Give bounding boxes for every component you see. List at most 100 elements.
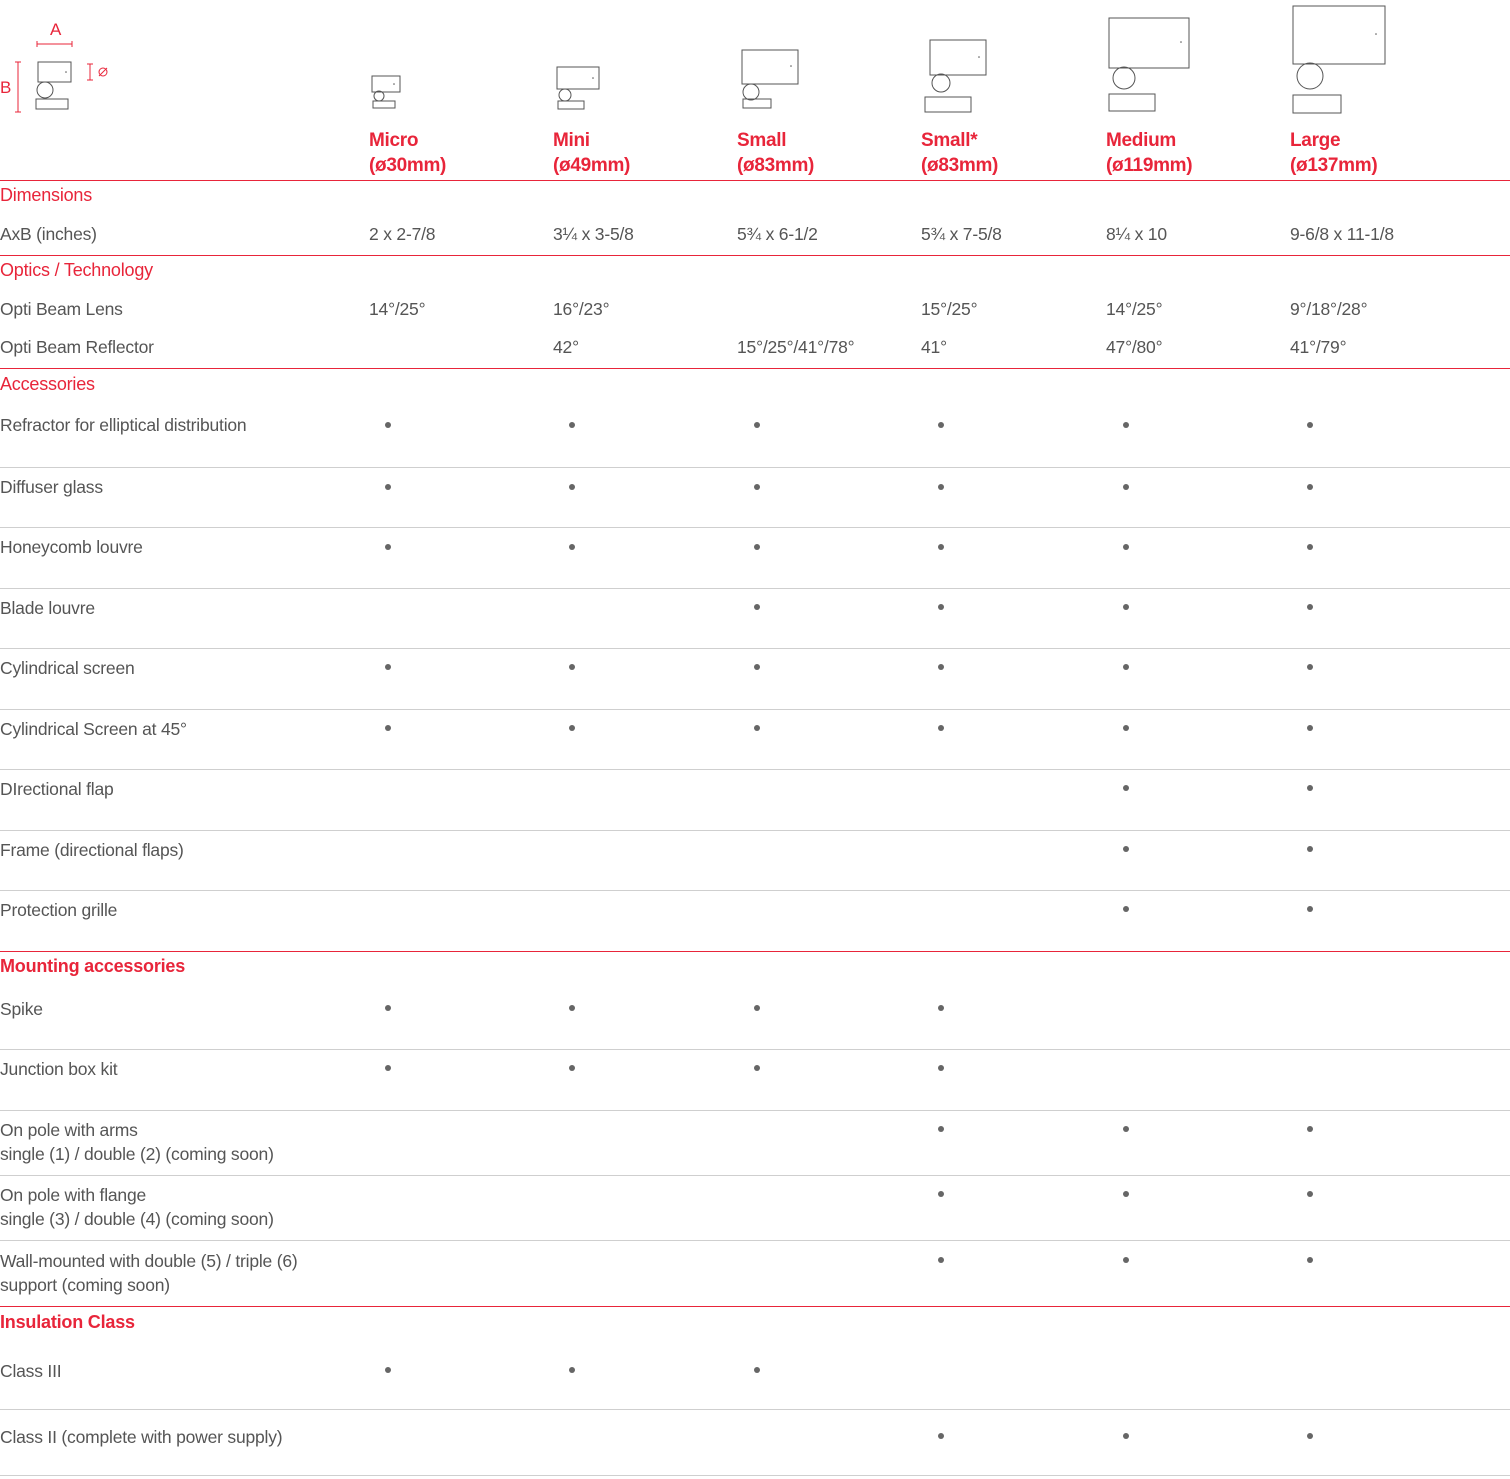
availability-dot <box>385 484 391 490</box>
row-label-line: Frame (directional flaps) <box>0 840 184 860</box>
column-size: (ø49mm) <box>553 155 631 176</box>
section-insulation-title: Insulation Class <box>0 1312 135 1332</box>
section-divider <box>0 951 1510 952</box>
row-divider <box>0 1475 1510 1476</box>
row-label: Diffuser glass <box>0 475 103 499</box>
row-label-opti-beam-reflector: Opti Beam Reflector <box>0 337 154 357</box>
availability-dot <box>938 1065 944 1071</box>
availability-dot <box>1123 1191 1129 1197</box>
availability-dot <box>1123 725 1129 731</box>
availability-dot <box>569 422 575 428</box>
dim-value-large: 9-6/8 x 11-1/8 <box>1290 224 1394 244</box>
availability-dot <box>754 1005 760 1011</box>
availability-dot <box>385 544 391 550</box>
row-label: Spike <box>0 997 43 1021</box>
availability-dot <box>1123 1126 1129 1132</box>
section-divider <box>0 1306 1510 1307</box>
lens-value-large: 9°/18°/28° <box>1290 299 1368 319</box>
availability-dot <box>385 725 391 731</box>
reflector-value-small-star: 41° <box>921 337 947 357</box>
medium-fixture-icon <box>1106 16 1192 114</box>
small-star-fixture-icon <box>922 38 992 114</box>
row-label: Blade louvre <box>0 596 95 620</box>
availability-dot <box>938 422 944 428</box>
column-size: (ø30mm) <box>369 155 447 176</box>
column-header-large: Large (ø137mm) <box>1290 128 1378 178</box>
row-label: Wall-mounted with double (5) / triple (6… <box>0 1249 298 1297</box>
availability-dot <box>938 1433 944 1439</box>
availability-dot <box>938 1126 944 1132</box>
availability-dot <box>1123 544 1129 550</box>
availability-dot <box>569 544 575 550</box>
row-label: Class II (complete with power supply) <box>0 1425 283 1449</box>
row-label-line: Wall-mounted with double (5) / triple (6… <box>0 1251 298 1271</box>
row-label-line: Cylindrical Screen at 45° <box>0 719 187 739</box>
availability-dot <box>754 604 760 610</box>
lens-value-mini: 16°/23° <box>553 299 610 319</box>
availability-dot <box>938 484 944 490</box>
dim-value-medium: 8¼ x 10 <box>1106 224 1167 244</box>
row-label: Refractor for elliptical distribution <box>0 413 247 437</box>
column-header-small: Small (ø83mm) <box>737 128 814 178</box>
dim-value-mini: 3¼ x 3-5/8 <box>553 224 634 244</box>
row-label-line: single (3) / double (4) (coming soon) <box>0 1209 274 1229</box>
row-divider <box>0 709 1510 710</box>
column-header-medium: Medium (ø119mm) <box>1106 128 1193 178</box>
row-label-line: Diffuser glass <box>0 477 103 497</box>
lens-value-small-star: 15°/25° <box>921 299 978 319</box>
availability-dot <box>385 1367 391 1373</box>
availability-dot <box>1123 906 1129 912</box>
availability-dot <box>754 422 760 428</box>
row-label: DIrectional flap <box>0 777 114 801</box>
availability-dot <box>1307 1257 1313 1263</box>
row-label-line: Blade louvre <box>0 598 95 618</box>
availability-dot <box>569 1367 575 1373</box>
availability-dot <box>569 484 575 490</box>
row-label: Frame (directional flaps) <box>0 838 184 862</box>
availability-dot <box>754 544 760 550</box>
availability-dot <box>1123 664 1129 670</box>
row-label: Honeycomb louvre <box>0 535 143 559</box>
availability-dot <box>754 664 760 670</box>
availability-dot <box>569 725 575 731</box>
row-label-line: Junction box kit <box>0 1059 118 1079</box>
row-divider <box>0 1049 1510 1050</box>
availability-dot <box>1123 1433 1129 1439</box>
row-label: Class III <box>0 1359 62 1383</box>
section-divider <box>0 368 1510 369</box>
availability-dot <box>385 1005 391 1011</box>
availability-dot <box>938 544 944 550</box>
dim-value-small: 5¾ x 6-1/2 <box>737 224 818 244</box>
row-divider <box>0 890 1510 891</box>
availability-dot <box>1123 604 1129 610</box>
row-label-axb: AxB (inches) <box>0 224 97 244</box>
section-accessories-title: Accessories <box>0 374 95 394</box>
row-label-line: Class II (complete with power supply) <box>0 1427 283 1447</box>
row-label-line: Spike <box>0 999 43 1019</box>
availability-dot <box>1307 1433 1313 1439</box>
availability-dot <box>1307 664 1313 670</box>
column-size: (ø83mm) <box>737 155 815 176</box>
availability-dot <box>1307 906 1313 912</box>
availability-dot <box>1123 785 1129 791</box>
availability-dot <box>938 1005 944 1011</box>
column-name: Large <box>1290 130 1341 151</box>
reflector-value-medium: 47°/80° <box>1106 337 1163 357</box>
legend-diagram-icon <box>0 0 120 140</box>
availability-dot <box>938 1257 944 1263</box>
row-label-line: DIrectional flap <box>0 779 114 799</box>
availability-dot <box>1123 484 1129 490</box>
row-label: Protection grille <box>0 898 117 922</box>
row-label-opti-beam-lens: Opti Beam Lens <box>0 299 123 319</box>
column-header-micro: Micro (ø30mm) <box>369 128 446 178</box>
reflector-value-large: 41°/79° <box>1290 337 1347 357</box>
column-name: Micro <box>369 130 419 151</box>
reflector-value-mini: 42° <box>553 337 579 357</box>
row-divider <box>0 648 1510 649</box>
row-divider <box>0 1175 1510 1176</box>
column-name: Small* <box>921 130 978 151</box>
availability-dot <box>1307 1126 1313 1132</box>
availability-dot <box>569 664 575 670</box>
row-divider <box>0 1240 1510 1241</box>
mini-fixture-icon <box>555 64 605 116</box>
